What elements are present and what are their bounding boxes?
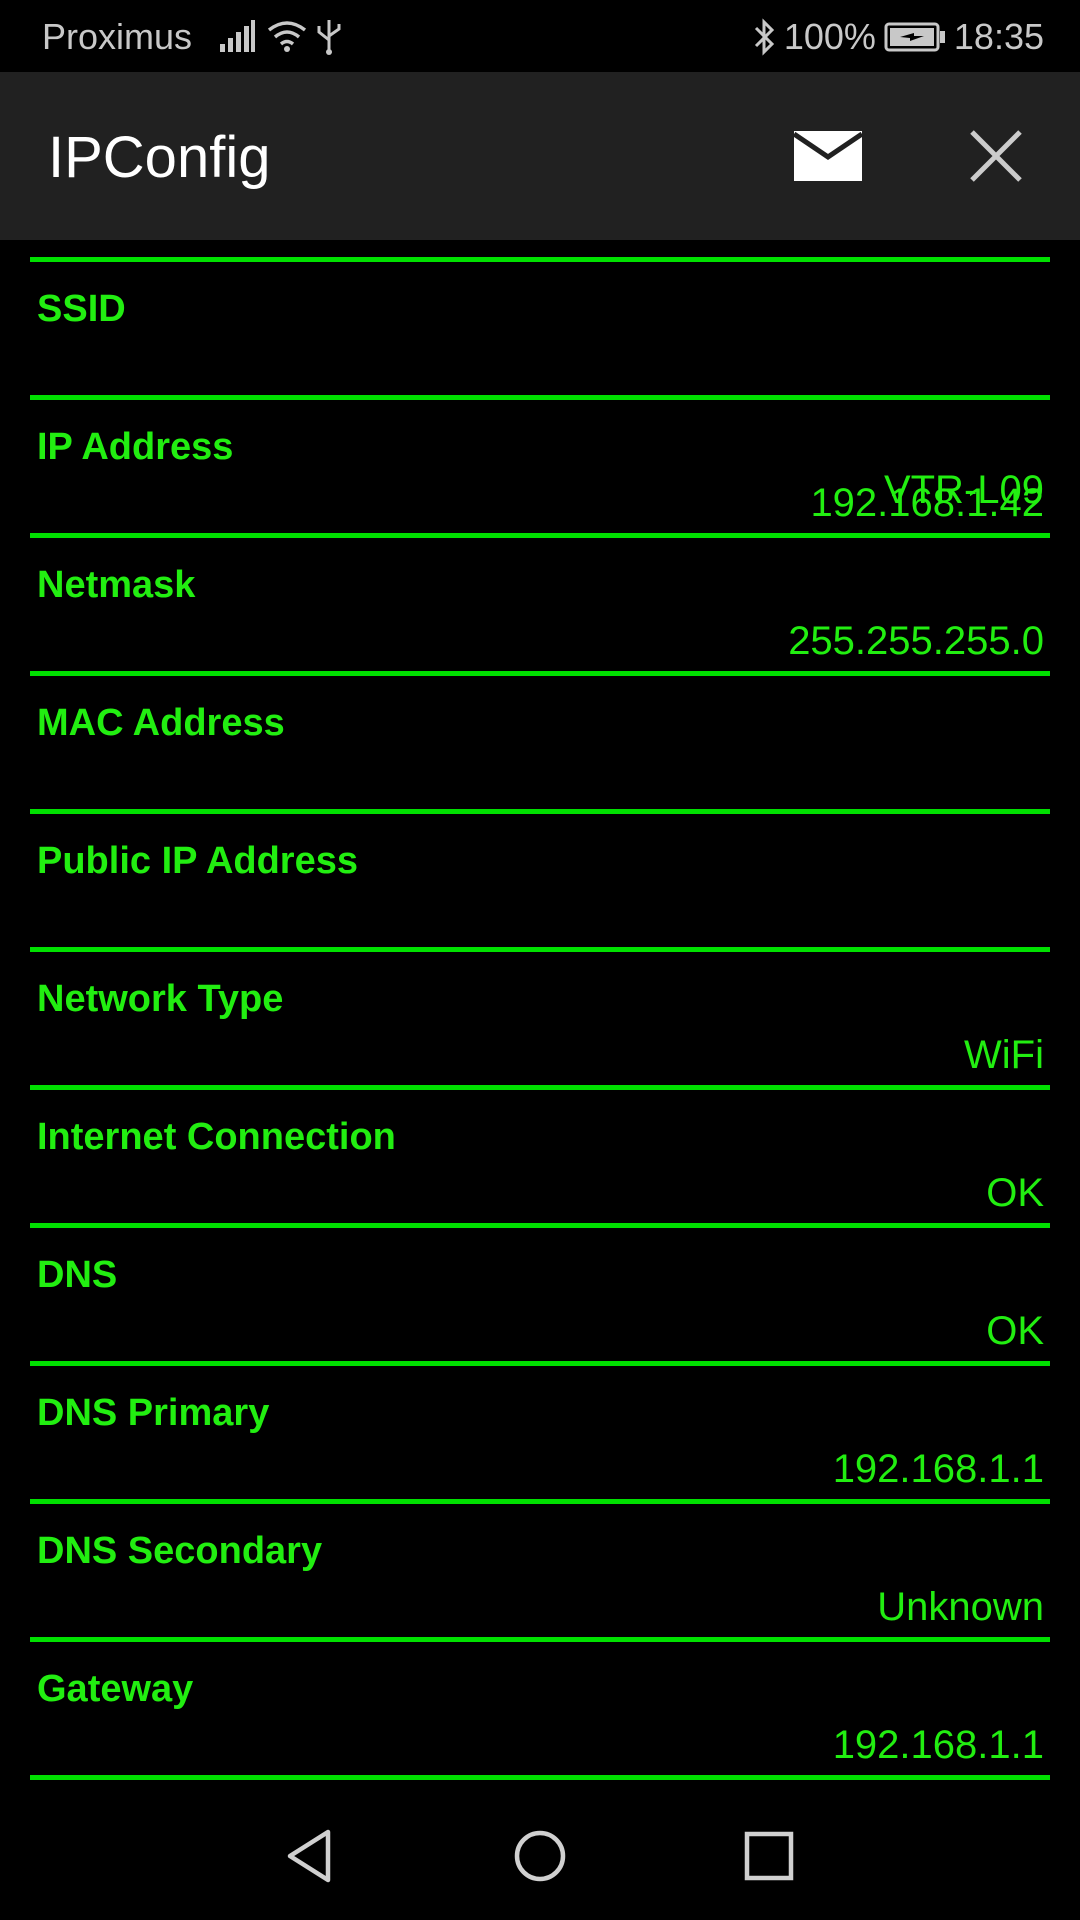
info-row-ip-address: IP Address 192.168.1.42 xyxy=(30,400,1050,538)
carrier-name: Proximus xyxy=(42,16,193,57)
navigation-bar xyxy=(0,1786,1080,1920)
home-icon xyxy=(514,1830,566,1882)
wifi-icon xyxy=(267,21,307,52)
info-row-ssid: SSID xyxy=(30,262,1050,400)
usb-icon xyxy=(317,20,341,55)
close-button[interactable] xyxy=(946,114,1046,198)
row-label: DNS xyxy=(37,1254,118,1296)
recents-icon xyxy=(744,1831,794,1881)
send-mail-button[interactable] xyxy=(778,116,878,196)
mail-icon xyxy=(794,131,862,181)
info-row-netmask: Netmask 255.255.255.0 xyxy=(30,538,1050,676)
app-bar: IPConfig xyxy=(0,72,1080,240)
status-right-group: 100% 18:35 xyxy=(752,16,1044,58)
row-label: Network Type xyxy=(37,978,284,1020)
row-value: OK xyxy=(986,1171,1044,1215)
close-icon xyxy=(970,130,1022,182)
row-label: SSID xyxy=(37,288,126,330)
info-row-network-type: Network Type WiFi xyxy=(30,952,1050,1090)
row-label: Internet Connection xyxy=(37,1116,396,1158)
row-label: DNS Primary xyxy=(37,1392,270,1434)
row-label: MAC Address xyxy=(37,702,285,744)
battery-percent: 100% xyxy=(783,16,876,57)
row-value: Unknown xyxy=(877,1585,1044,1629)
recents-button[interactable] xyxy=(729,1816,809,1896)
back-button[interactable] xyxy=(270,1816,350,1896)
row-label: Netmask xyxy=(37,564,196,606)
info-row-gateway: Gateway 192.168.1.1 xyxy=(30,1642,1050,1780)
back-icon xyxy=(287,1829,331,1883)
info-rows: SSID IP Address 192.168.1.42 Netmask 255… xyxy=(30,240,1050,1780)
row-value: 192.168.1.42 xyxy=(810,481,1044,525)
info-row-top-partial xyxy=(30,240,1050,262)
info-row-mac-address: MAC Address xyxy=(30,676,1050,814)
bluetooth-icon xyxy=(754,18,774,56)
row-value: WiFi xyxy=(964,1033,1044,1077)
info-row-dns-secondary: DNS Secondary Unknown xyxy=(30,1504,1050,1642)
row-value: OK xyxy=(986,1309,1044,1353)
info-row-internet-connection: Internet Connection OK xyxy=(30,1090,1050,1228)
signal-icon xyxy=(220,20,255,52)
info-row-dns-primary: DNS Primary 192.168.1.1 xyxy=(30,1366,1050,1504)
row-label: IP Address xyxy=(37,426,234,468)
battery-charging-icon xyxy=(884,22,945,52)
app-title: IPConfig xyxy=(48,125,271,190)
row-value: 192.168.1.1 xyxy=(832,1723,1044,1767)
info-row-dns: DNS OK xyxy=(30,1228,1050,1366)
status-bar: Proximus 100% 18:35 xyxy=(0,0,1080,72)
row-label: DNS Secondary xyxy=(37,1530,323,1572)
row-value: 255.255.255.0 xyxy=(788,619,1044,663)
info-row-public-ip: Public IP Address xyxy=(30,814,1050,952)
clock: 18:35 xyxy=(953,16,1044,57)
row-value: 192.168.1.1 xyxy=(832,1447,1044,1491)
network-info-list[interactable]: VTR-L09 SSID IP Address 192.168.1.42 Net… xyxy=(0,240,1080,1786)
row-label: Public IP Address xyxy=(37,840,358,882)
home-button[interactable] xyxy=(500,1816,580,1896)
row-label: Gateway xyxy=(37,1668,194,1710)
